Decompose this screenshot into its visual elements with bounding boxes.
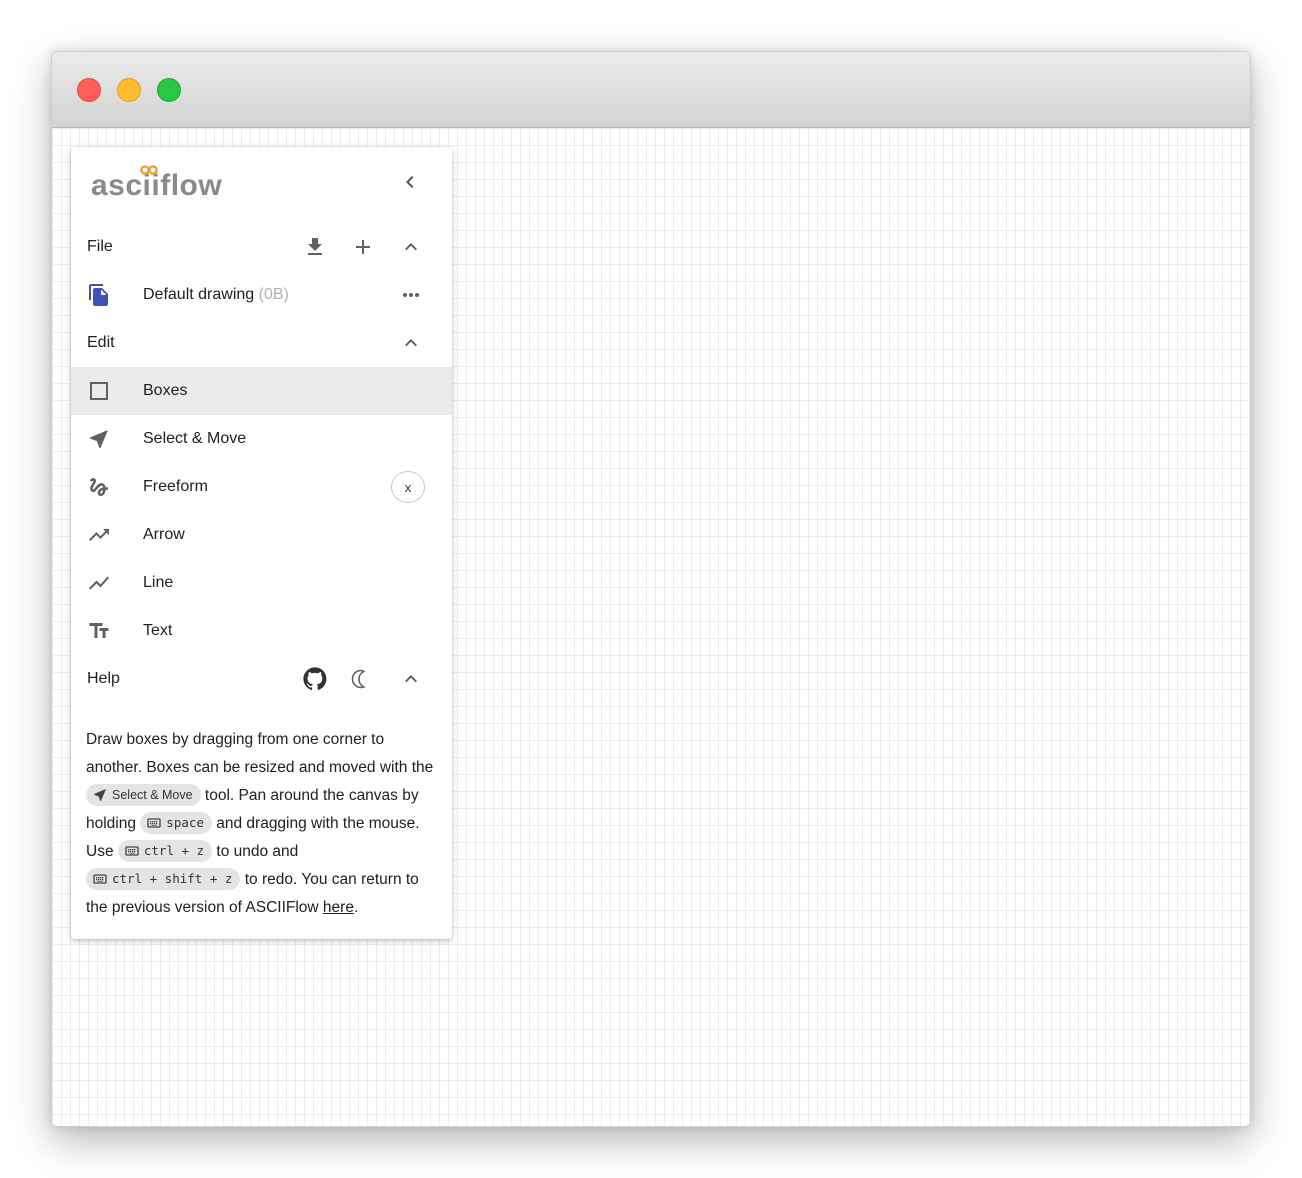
- help-section-header: Help: [71, 655, 452, 703]
- github-icon: [303, 667, 327, 690]
- drawing-name: Default drawing: [143, 286, 255, 303]
- chip-label: ctrl + z: [143, 842, 205, 858]
- text-fields-icon: [87, 619, 111, 643]
- drawing-size: (0B): [258, 286, 289, 303]
- tool-boxes[interactable]: Boxes: [71, 367, 452, 415]
- help-section-title: Help: [87, 670, 120, 687]
- dark-mode-button[interactable]: [349, 665, 377, 693]
- show-chart-icon: [87, 571, 111, 595]
- asciiflow-logo: asciiflow: [91, 165, 222, 202]
- chevron-left-icon: [406, 176, 414, 188]
- keyboard-icon: [125, 846, 139, 856]
- tool-label: Boxes: [143, 382, 188, 399]
- legacy-version-link[interactable]: here: [323, 899, 354, 916]
- help-text-part: to undo and: [212, 843, 299, 860]
- tool-arrow[interactable]: Arrow: [71, 511, 452, 559]
- tool-label: Text: [143, 622, 173, 639]
- collapse-sidebar-button[interactable]: [397, 169, 423, 195]
- box-outline-icon: [87, 379, 111, 403]
- file-section-title: File: [87, 238, 113, 255]
- edit-collapse-button[interactable]: [397, 329, 425, 357]
- edit-section-title: Edit: [87, 334, 115, 351]
- drawing-list-item[interactable]: Default drawing (0B): [71, 271, 452, 319]
- help-collapse-button[interactable]: [397, 665, 425, 693]
- zoom-window-button[interactable]: [157, 78, 181, 102]
- tool-line[interactable]: Line: [71, 559, 452, 607]
- chip-label: space: [166, 814, 204, 830]
- edit-section-header: Edit: [71, 319, 452, 367]
- keyboard-icon: [93, 874, 107, 884]
- file-collapse-button[interactable]: [397, 233, 425, 261]
- select-move-chip: Select & Move: [86, 783, 201, 806]
- drawing-more-button[interactable]: [397, 281, 425, 309]
- minimize-window-button[interactable]: [117, 78, 141, 102]
- gesture-icon: [87, 475, 111, 499]
- tool-freeform[interactable]: Freeform x: [71, 463, 452, 511]
- help-text-part: .: [353, 899, 359, 916]
- redo-key-chip: ctrl + shift + z: [86, 867, 241, 890]
- chevron-up-icon: [405, 243, 417, 251]
- download-button[interactable]: [301, 233, 329, 261]
- logo-text: asciiflow: [91, 169, 222, 202]
- chip-label: ctrl + shift + z: [112, 870, 233, 886]
- tool-label: Freeform: [143, 478, 208, 495]
- tool-label: Line: [143, 574, 174, 591]
- freeform-shortcut-chip[interactable]: x: [391, 471, 425, 503]
- moon-icon: [351, 669, 366, 689]
- tool-select-move[interactable]: Select & Move: [71, 415, 452, 463]
- keyboard-icon: [147, 818, 161, 828]
- new-drawing-button[interactable]: [349, 233, 377, 261]
- github-button[interactable]: [301, 665, 329, 693]
- file-section-header: File: [71, 223, 452, 271]
- sidebar-panel: asciiflow File Default drawing (0B) Edit…: [71, 148, 452, 939]
- tool-label: Select & Move: [143, 430, 247, 447]
- trending-up-arrow-icon: [87, 523, 111, 547]
- logo-row: asciiflow: [71, 148, 452, 218]
- app-window: asciiflow File Default drawing (0B) Edit…: [51, 51, 1251, 1127]
- more-horizontal-icon: [403, 293, 419, 297]
- navigation-arrow-icon: [87, 427, 111, 451]
- close-window-button[interactable]: [77, 78, 101, 102]
- plus-icon: [356, 240, 370, 254]
- title-bar: [52, 52, 1250, 128]
- download-icon: [308, 238, 322, 255]
- tool-text[interactable]: Text: [71, 607, 452, 655]
- tool-label: Arrow: [143, 526, 185, 543]
- file-copy-icon: [87, 283, 111, 307]
- chevron-up-icon: [405, 339, 417, 347]
- navigation-arrow-icon: [94, 788, 106, 801]
- space-key-chip: space: [140, 811, 212, 834]
- help-text: Draw boxes by dragging from one corner t…: [86, 726, 438, 922]
- chevron-up-icon: [405, 675, 417, 683]
- help-text-part: Draw boxes by dragging from one corner t…: [86, 731, 434, 776]
- undo-key-chip: ctrl + z: [117, 839, 213, 862]
- drawing-canvas[interactable]: asciiflow File Default drawing (0B) Edit…: [52, 128, 1250, 1126]
- chip-label: Select & Move: [112, 787, 193, 802]
